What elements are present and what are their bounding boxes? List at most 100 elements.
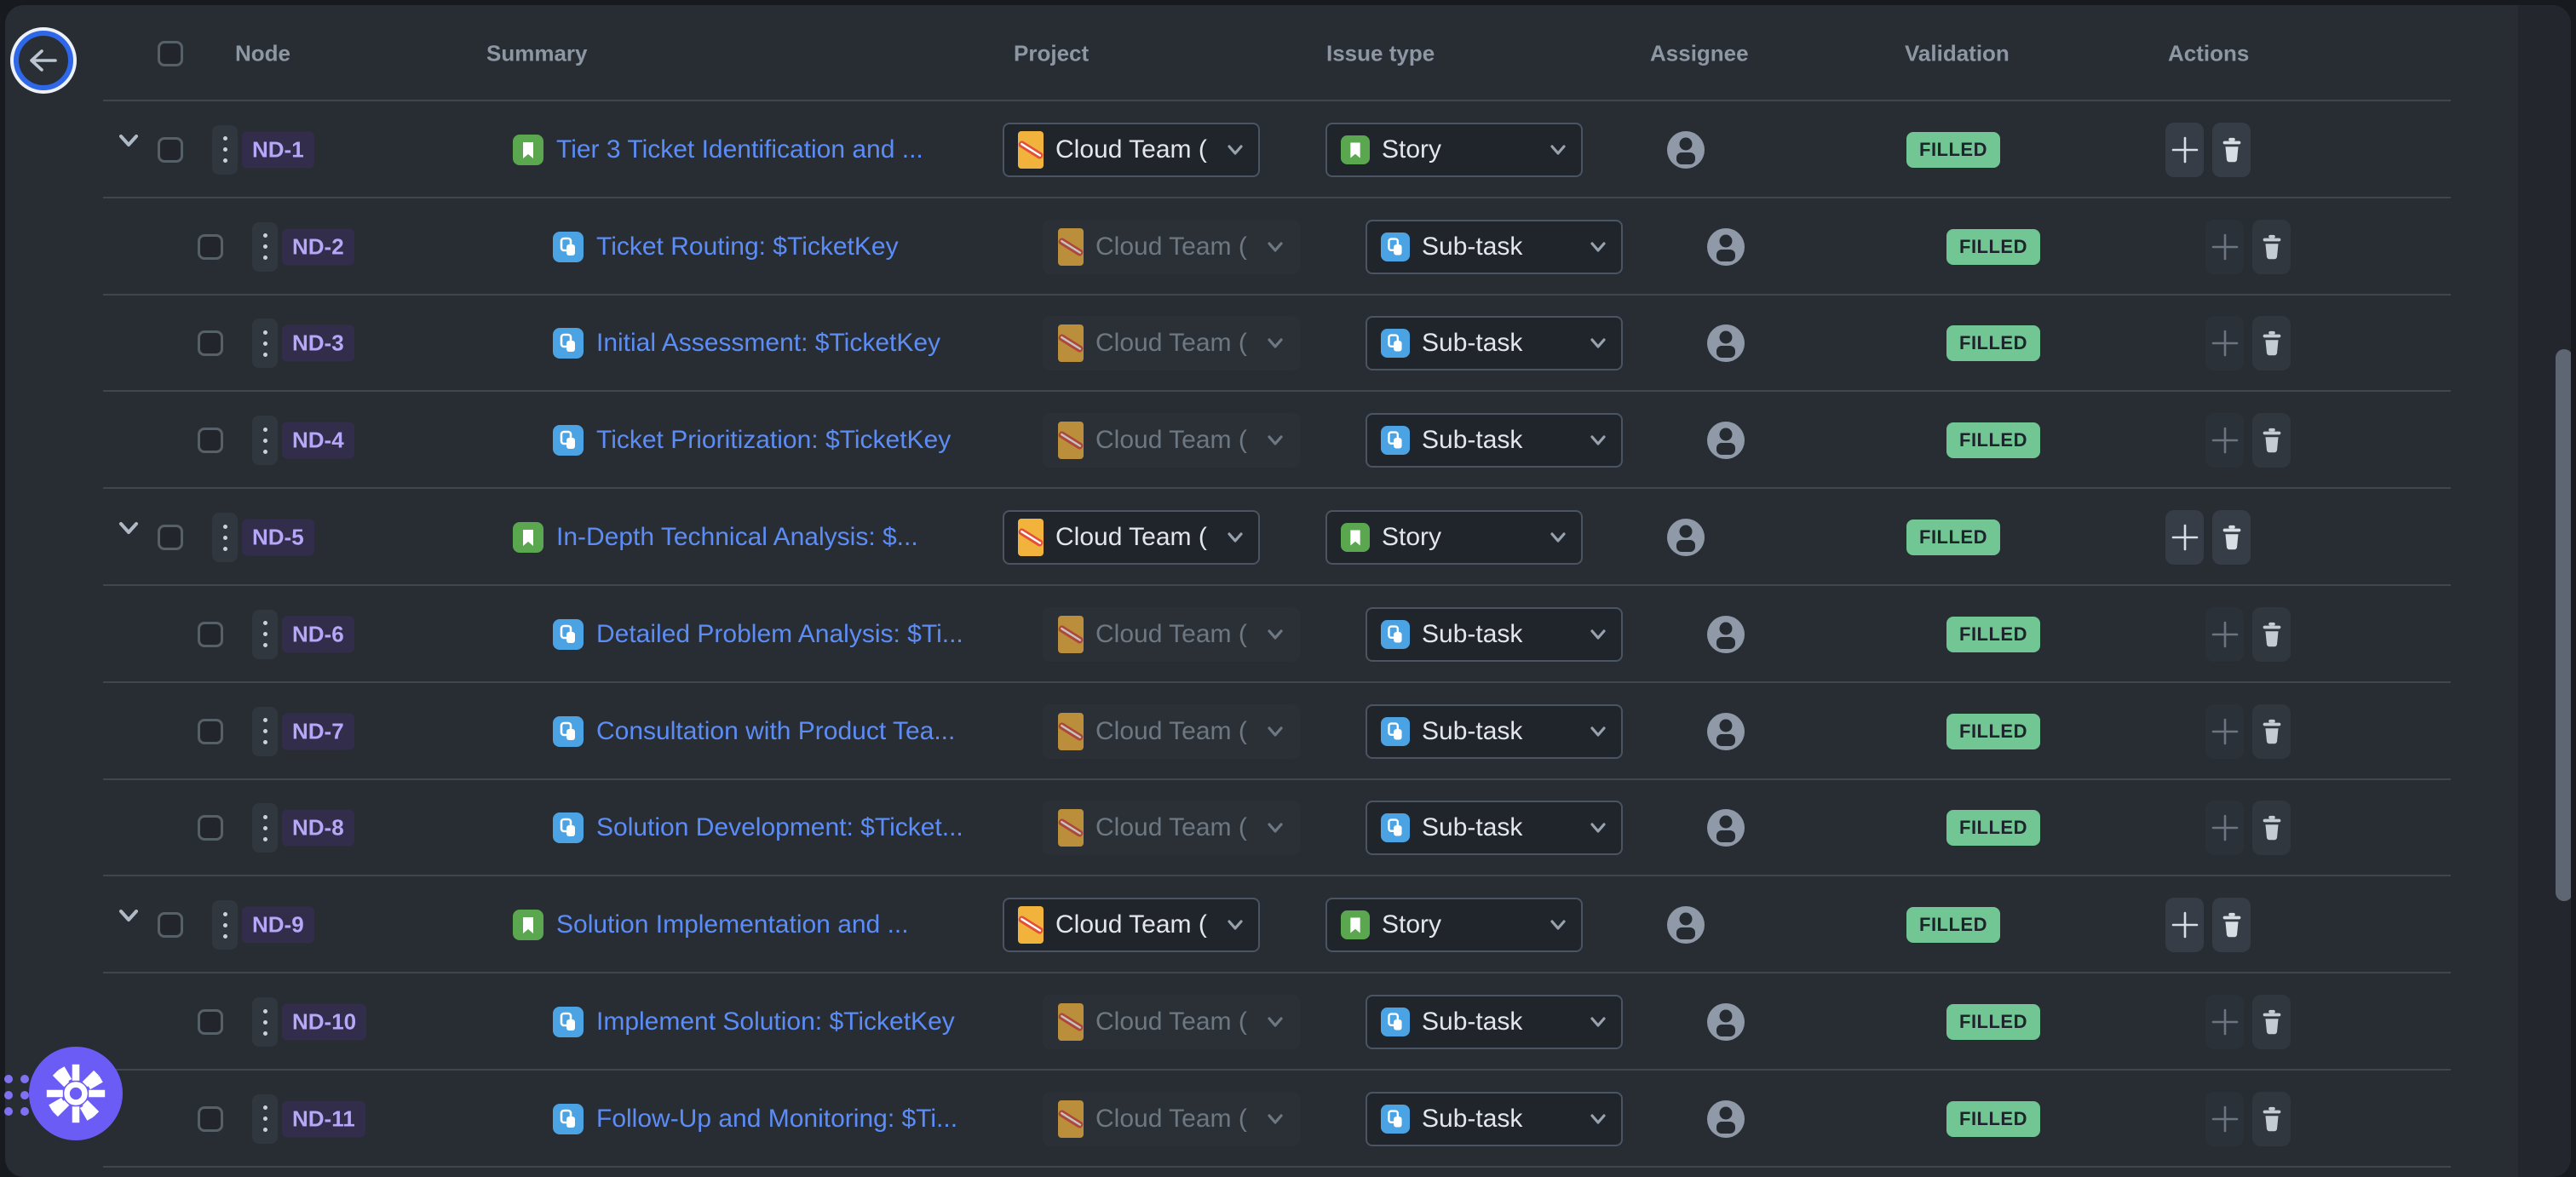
add-row-button[interactable]: [2205, 704, 2244, 759]
project-avatar-icon: [1018, 519, 1044, 556]
select-all-checkbox[interactable]: [158, 41, 183, 66]
delete-row-button[interactable]: [2252, 995, 2291, 1049]
delete-row-button[interactable]: [2212, 898, 2251, 952]
row-checkbox[interactable]: [198, 1009, 223, 1035]
summary-link[interactable]: Consultation with Product Tea...: [596, 717, 955, 746]
drag-handle[interactable]: [212, 513, 238, 562]
vertical-scrollbar[interactable]: [2556, 349, 2571, 901]
drag-handle[interactable]: [252, 319, 278, 368]
delete-row-button[interactable]: [2252, 607, 2291, 662]
summary-link[interactable]: Solution Development: $Ticket...: [596, 813, 963, 842]
assignee-avatar[interactable]: [1707, 228, 1745, 266]
assignee-avatar[interactable]: [1707, 324, 1745, 362]
row-checkbox[interactable]: [158, 137, 183, 163]
issue-type-dropdown[interactable]: Story: [1325, 123, 1583, 177]
issue-type-dropdown[interactable]: Story: [1325, 898, 1583, 952]
project-dropdown[interactable]: Cloud Team (: [1043, 704, 1300, 759]
row-checkbox[interactable]: [198, 234, 223, 260]
summary-link[interactable]: Tier 3 Ticket Identification and ...: [556, 135, 923, 164]
assignee-avatar[interactable]: [1667, 519, 1705, 556]
row-checkbox[interactable]: [198, 622, 223, 647]
delete-row-button[interactable]: [2252, 1092, 2291, 1146]
add-row-button[interactable]: [2165, 123, 2204, 177]
row-checkbox[interactable]: [198, 1106, 223, 1132]
drag-handle[interactable]: [252, 707, 278, 756]
project-dropdown[interactable]: Cloud Team (: [1003, 510, 1260, 565]
delete-row-button[interactable]: [2252, 220, 2291, 274]
issue-type-dropdown[interactable]: Sub-task: [1366, 316, 1623, 370]
issue-type-dropdown[interactable]: Sub-task: [1366, 704, 1623, 759]
row-checkbox[interactable]: [198, 330, 223, 356]
add-row-button[interactable]: [2205, 316, 2244, 370]
add-row-button[interactable]: [2205, 413, 2244, 468]
project-dropdown[interactable]: Cloud Team (: [1043, 316, 1300, 370]
add-row-button[interactable]: [2165, 510, 2204, 565]
drag-handle[interactable]: [252, 803, 278, 853]
drag-handle[interactable]: [252, 222, 278, 272]
add-row-button[interactable]: [2205, 607, 2244, 662]
assignee-avatar[interactable]: [1707, 809, 1745, 847]
issue-type-value: Sub-task: [1422, 1008, 1577, 1036]
assignee-avatar[interactable]: [1707, 1003, 1745, 1041]
add-row-button[interactable]: [2205, 995, 2244, 1049]
issue-type-dropdown[interactable]: Story: [1325, 510, 1583, 565]
issue-type-dropdown[interactable]: Sub-task: [1366, 220, 1623, 274]
summary-link[interactable]: Ticket Routing: $TicketKey: [596, 233, 899, 261]
collapse-chevron-icon[interactable]: [116, 133, 141, 153]
project-dropdown[interactable]: Cloud Team (: [1043, 413, 1300, 468]
project-dropdown[interactable]: Cloud Team (: [1043, 995, 1300, 1049]
row-checkbox[interactable]: [158, 525, 183, 550]
project-value: Cloud Team (: [1095, 1105, 1254, 1134]
assignee-avatar[interactable]: [1707, 713, 1745, 750]
row-checkbox[interactable]: [158, 912, 183, 938]
delete-row-button[interactable]: [2252, 704, 2291, 759]
add-row-button[interactable]: [2205, 1092, 2244, 1146]
project-dropdown[interactable]: Cloud Team (: [1043, 801, 1300, 855]
project-dropdown[interactable]: Cloud Team (: [1003, 898, 1260, 952]
project-dropdown[interactable]: Cloud Team (: [1043, 1092, 1300, 1146]
issue-type-dropdown[interactable]: Sub-task: [1366, 1092, 1623, 1146]
issue-type-dropdown[interactable]: Sub-task: [1366, 607, 1623, 662]
assistant-fab-button[interactable]: [29, 1047, 123, 1140]
fab-drag-handle[interactable]: [2, 1075, 31, 1116]
assignee-avatar[interactable]: [1667, 131, 1705, 169]
delete-row-button[interactable]: [2212, 510, 2251, 565]
drag-handle[interactable]: [212, 125, 238, 175]
back-button[interactable]: [14, 31, 73, 90]
summary-link[interactable]: Solution Implementation and ...: [556, 910, 909, 939]
project-dropdown[interactable]: Cloud Team (: [1043, 607, 1300, 662]
add-row-button[interactable]: [2165, 898, 2204, 952]
add-row-button[interactable]: [2205, 220, 2244, 274]
add-row-button[interactable]: [2205, 801, 2244, 855]
summary-link[interactable]: Ticket Prioritization: $TicketKey: [596, 426, 951, 455]
delete-row-button[interactable]: [2252, 413, 2291, 468]
drag-handle[interactable]: [212, 900, 238, 950]
issue-type-dropdown[interactable]: Sub-task: [1366, 801, 1623, 855]
summary-link[interactable]: Detailed Problem Analysis: $Ti...: [596, 620, 963, 649]
summary-link[interactable]: In-Depth Technical Analysis: $...: [556, 523, 918, 552]
summary-link[interactable]: Follow-Up and Monitoring: $Ti...: [596, 1105, 957, 1134]
issue-type-dropdown[interactable]: Sub-task: [1366, 413, 1623, 468]
summary-link[interactable]: Initial Assessment: $TicketKey: [596, 329, 940, 358]
assignee-avatar[interactable]: [1707, 616, 1745, 653]
drag-handle[interactable]: [252, 416, 278, 465]
project-dropdown[interactable]: Cloud Team (: [1043, 220, 1300, 274]
assignee-avatar[interactable]: [1707, 422, 1745, 459]
drag-handle[interactable]: [252, 997, 278, 1047]
delete-row-button[interactable]: [2252, 316, 2291, 370]
assignee-avatar[interactable]: [1667, 906, 1705, 944]
story-icon: [513, 135, 543, 165]
issue-type-dropdown[interactable]: Sub-task: [1366, 995, 1623, 1049]
collapse-chevron-icon[interactable]: [116, 908, 141, 928]
row-checkbox[interactable]: [198, 428, 223, 453]
delete-row-button[interactable]: [2252, 801, 2291, 855]
project-dropdown[interactable]: Cloud Team (: [1003, 123, 1260, 177]
assignee-avatar[interactable]: [1707, 1100, 1745, 1138]
delete-row-button[interactable]: [2212, 123, 2251, 177]
drag-handle[interactable]: [252, 1094, 278, 1144]
row-checkbox[interactable]: [198, 719, 223, 744]
drag-handle[interactable]: [252, 610, 278, 659]
collapse-chevron-icon[interactable]: [116, 520, 141, 541]
row-checkbox[interactable]: [198, 815, 223, 841]
summary-link[interactable]: Implement Solution: $TicketKey: [596, 1008, 955, 1036]
